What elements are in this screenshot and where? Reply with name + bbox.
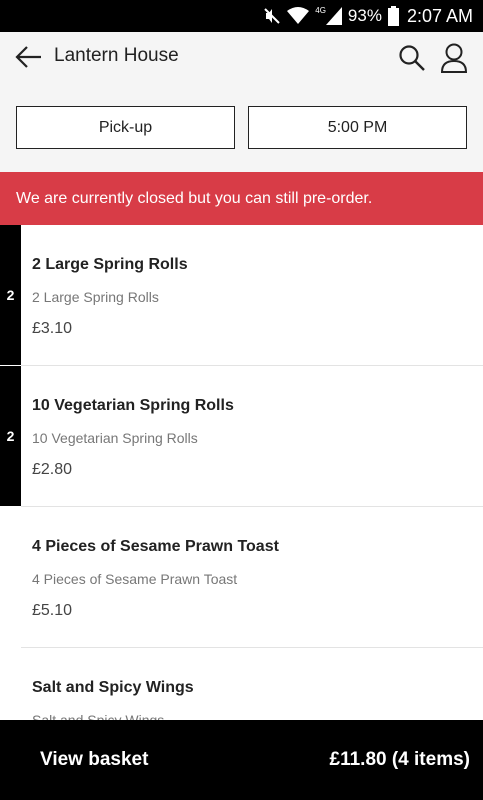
item-description: 4 Pieces of Sesame Prawn Toast: [32, 571, 238, 587]
signal-icon: [325, 7, 342, 25]
search-icon: [399, 45, 425, 71]
item-price: £5.10: [32, 602, 73, 619]
item-price: £3.10: [32, 320, 73, 337]
quantity-indicator: 2: [0, 225, 21, 365]
item-description: 10 Vegetarian Spring Rolls: [32, 430, 198, 446]
menu-item[interactable]: 4 Pieces of Sesame Prawn Toast 4 Pieces …: [0, 507, 483, 648]
title-row: Lantern House: [0, 32, 483, 84]
closed-banner: We are currently closed but you can stil…: [0, 172, 483, 225]
menu-item[interactable]: 2 10 Vegetarian Spring Rolls 10 Vegetari…: [0, 366, 483, 507]
view-basket-button[interactable]: View basket £11.80 (4 items): [0, 720, 483, 800]
restaurant-header: Lantern House Pick-up 5:00 PM: [0, 32, 483, 172]
arrow-left-icon: [15, 46, 41, 68]
basket-total: £11.80 (4 items): [329, 749, 470, 770]
order-time-selector[interactable]: 5:00 PM: [248, 106, 467, 149]
account-button[interactable]: [440, 42, 468, 74]
item-description: 2 Large Spring Rolls: [32, 289, 159, 305]
quantity-indicator: 2: [0, 366, 21, 506]
basket-label: View basket: [40, 749, 149, 770]
clock: 2:07 AM: [406, 5, 473, 26]
item-name: Salt and Spicy Wings: [32, 679, 194, 696]
item-name: 2 Large Spring Rolls: [32, 256, 188, 273]
battery-icon: [387, 6, 399, 26]
item-name: 4 Pieces of Sesame Prawn Toast: [32, 538, 279, 555]
menu-item[interactable]: 2 2 Large Spring Rolls 2 Large Spring Ro…: [0, 225, 483, 366]
item-price: £2.80: [32, 461, 73, 478]
wifi-icon: [287, 7, 310, 25]
item-name: 10 Vegetarian Spring Rolls: [32, 397, 234, 414]
mute-icon: [263, 7, 281, 25]
menu-list: 2 2 Large Spring Rolls 2 Large Spring Ro…: [0, 225, 483, 789]
back-button[interactable]: [14, 44, 44, 70]
battery-percent: 93%: [347, 6, 382, 25]
status-bar: 4G 93% 2:07 AM: [0, 0, 483, 32]
user-icon: [440, 43, 468, 73]
search-button[interactable]: [398, 44, 426, 72]
network-type: 4G: [315, 5, 326, 15]
order-type-selector[interactable]: Pick-up: [16, 106, 235, 149]
page-title: Lantern House: [54, 45, 179, 66]
